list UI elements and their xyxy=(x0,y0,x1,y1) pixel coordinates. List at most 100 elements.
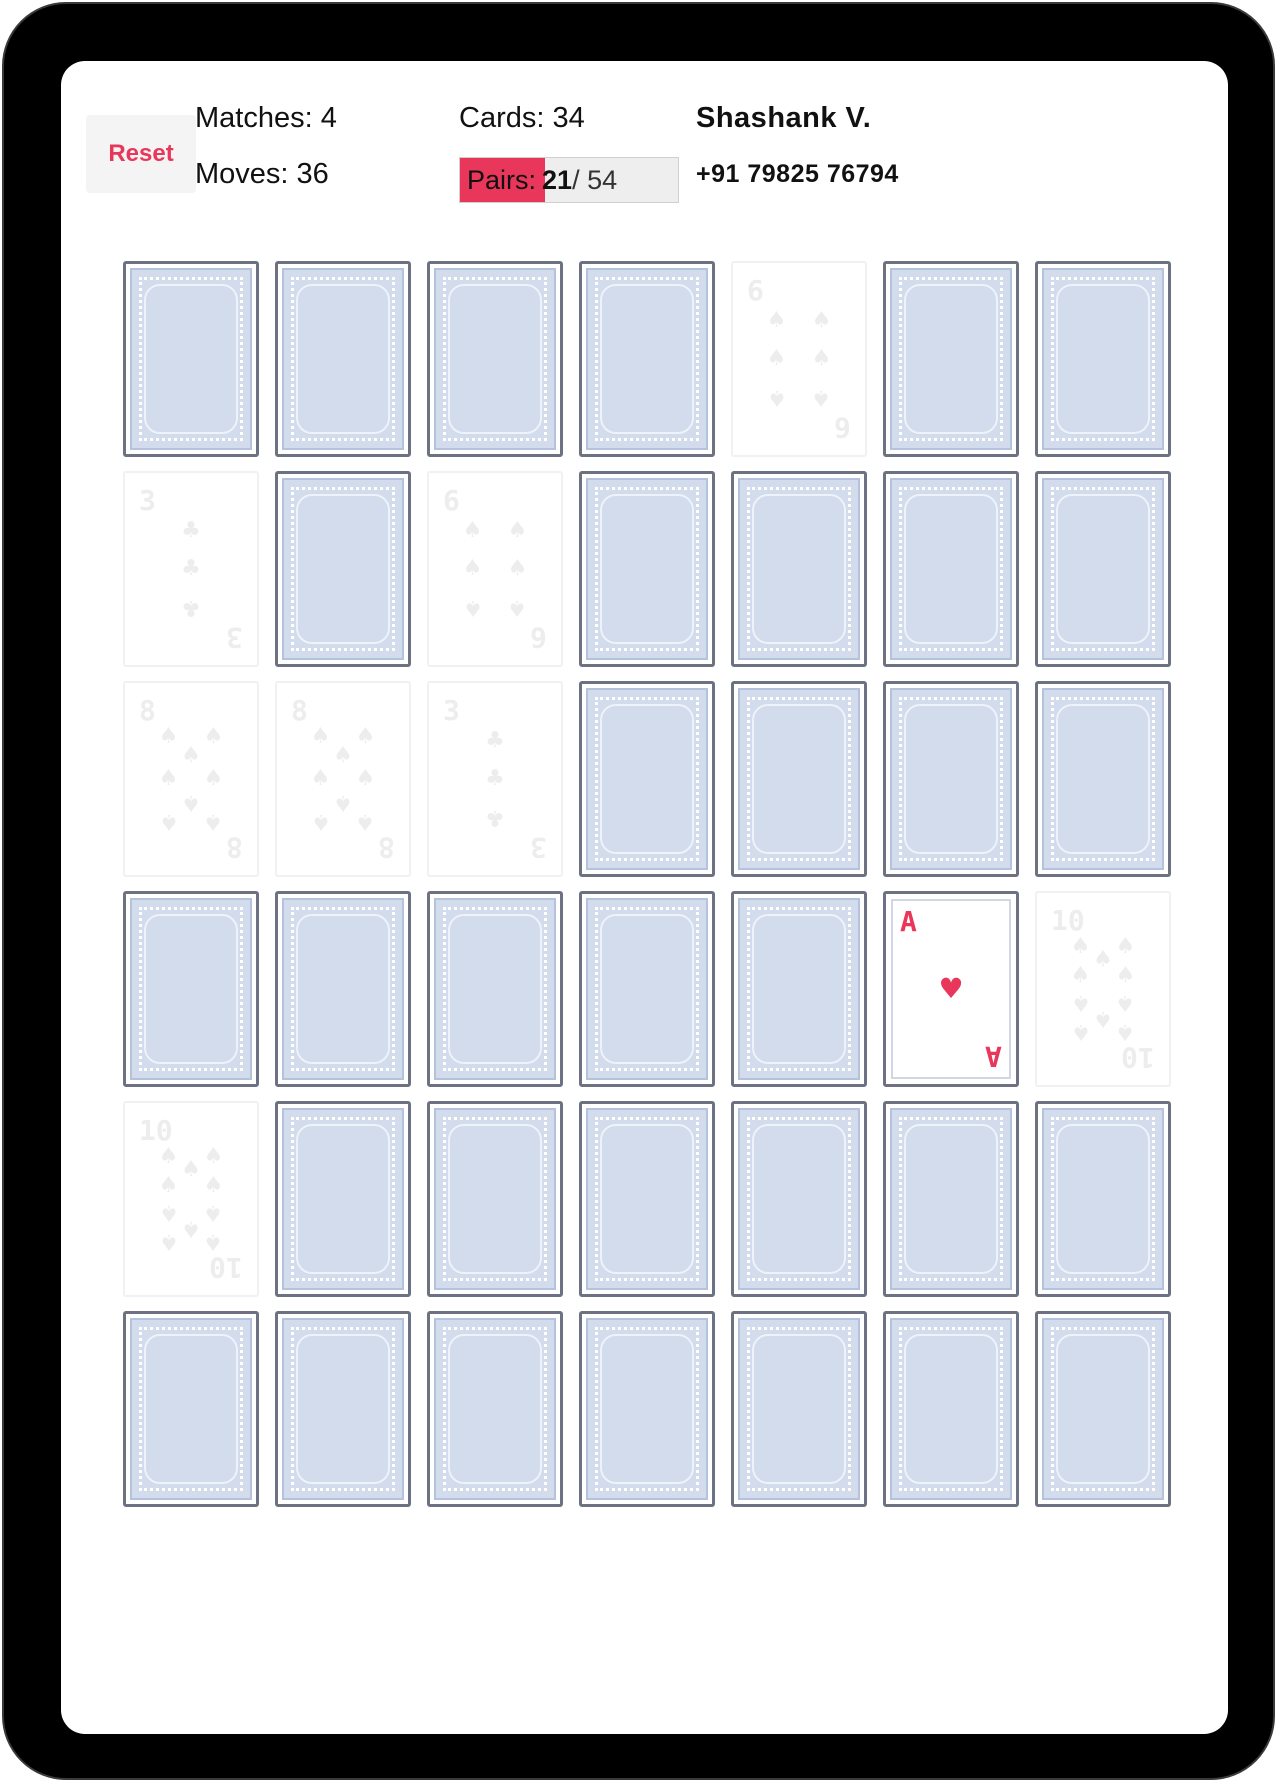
card-rank: 8 xyxy=(378,831,395,864)
player-phone: +91 79825 76794 xyxy=(696,160,899,188)
matched-card-8-spade: 8 8 ♠ ♠ ♠ ♠ ♠ ♠ ♠ ♠ xyxy=(123,681,259,877)
club-icon: ♣ xyxy=(485,727,505,753)
card-back[interactable] xyxy=(427,261,563,457)
spade-icon: ♠ xyxy=(158,1229,179,1255)
card-back[interactable] xyxy=(579,681,715,877)
card-back[interactable] xyxy=(1035,261,1171,457)
card-back[interactable] xyxy=(579,1101,715,1297)
card-rank: 3 xyxy=(139,484,156,517)
card-back[interactable] xyxy=(883,261,1019,457)
card-back[interactable] xyxy=(883,1101,1019,1297)
spade-icon: ♠ xyxy=(1093,947,1113,973)
card-rank: 6 xyxy=(530,621,547,654)
spade-icon: ♠ xyxy=(1070,1019,1091,1045)
card-rank: 10 xyxy=(1121,1041,1155,1074)
spade-icon: ♠ xyxy=(181,1157,201,1183)
game-screen: Reset Matches: 4 Moves: 36 Cards: 34 Pai… xyxy=(61,61,1228,1734)
spade-icon: ♠ xyxy=(811,385,832,411)
card-rank: 6 xyxy=(834,411,851,444)
pairs-progress-text: Pairs: 21 / 54 xyxy=(467,158,617,202)
spade-icon: ♠ xyxy=(1115,1019,1136,1045)
matches-count: Matches: 4 xyxy=(195,102,337,134)
spade-icon: ♠ xyxy=(811,346,832,371)
spade-icon: ♠ xyxy=(181,1215,201,1241)
card-back[interactable] xyxy=(883,1311,1019,1507)
pairs-total: / 54 xyxy=(572,164,618,195)
card-back[interactable] xyxy=(275,1311,411,1507)
card-back[interactable] xyxy=(123,261,259,457)
card-back[interactable] xyxy=(275,891,411,1087)
spade-icon: ♠ xyxy=(811,307,832,333)
card-back[interactable] xyxy=(427,1311,563,1507)
spade-icon: ♠ xyxy=(310,809,331,835)
card-rank: 6 xyxy=(443,484,460,517)
matched-card-10-spade: 10 10 ♠ ♠ ♠ ♠ ♠ ♠ ♠ ♠ ♠ ♠ xyxy=(1035,891,1171,1087)
spade-icon: ♠ xyxy=(462,595,483,621)
spade-icon: ♠ xyxy=(203,1172,224,1198)
spade-icon: ♠ xyxy=(1115,990,1136,1016)
spade-icon: ♠ xyxy=(158,809,179,835)
card-back[interactable] xyxy=(427,1101,563,1297)
spade-icon: ♠ xyxy=(203,809,224,835)
pairs-found: 21 xyxy=(542,164,573,195)
spade-icon: ♠ xyxy=(158,766,179,791)
spade-icon: ♠ xyxy=(203,1143,224,1169)
spade-icon: ♠ xyxy=(1093,1005,1113,1031)
spade-icon: ♠ xyxy=(310,723,331,749)
player-name: Shashank V. xyxy=(696,102,872,134)
card-rank: 8 xyxy=(139,694,156,727)
spade-icon: ♠ xyxy=(203,1229,224,1255)
matched-card-6-spade: 6 6 ♠ ♠ ♠ ♠ ♠ ♠ xyxy=(427,471,563,667)
spade-icon: ♠ xyxy=(203,723,224,749)
spade-icon: ♠ xyxy=(766,307,787,333)
spade-icon: ♠ xyxy=(355,809,376,835)
device-frame: Reset Matches: 4 Moves: 36 Cards: 34 Pai… xyxy=(2,2,1275,1780)
spade-icon: ♠ xyxy=(355,766,376,791)
spade-icon: ♠ xyxy=(1070,990,1091,1016)
card-back[interactable] xyxy=(579,471,715,667)
card-back[interactable] xyxy=(883,681,1019,877)
card-rank: 10 xyxy=(139,1114,173,1147)
card-back[interactable] xyxy=(1035,681,1171,877)
spade-icon: ♠ xyxy=(158,1143,179,1169)
matched-card-10-spade: 10 10 ♠ ♠ ♠ ♠ ♠ ♠ ♠ ♠ ♠ ♠ xyxy=(123,1101,259,1297)
card-back[interactable] xyxy=(427,891,563,1087)
card-back[interactable] xyxy=(123,891,259,1087)
spade-icon: ♠ xyxy=(766,385,787,411)
spade-icon: ♠ xyxy=(310,766,331,791)
matched-card-8-spade: 8 8 ♠ ♠ ♠ ♠ ♠ ♠ ♠ ♠ xyxy=(275,681,411,877)
card-back[interactable] xyxy=(731,1101,867,1297)
card-back[interactable] xyxy=(731,891,867,1087)
spade-icon: ♠ xyxy=(1115,933,1136,959)
card-rank: 3 xyxy=(226,621,243,654)
card-back[interactable] xyxy=(579,261,715,457)
card-back[interactable] xyxy=(123,1311,259,1507)
reset-button[interactable]: Reset xyxy=(86,115,196,193)
card-back[interactable] xyxy=(731,681,867,877)
spade-icon: ♠ xyxy=(158,723,179,749)
card-rank: 6 xyxy=(747,274,764,307)
spade-icon: ♠ xyxy=(507,595,528,621)
card-rank: 3 xyxy=(530,831,547,864)
card-rank: 10 xyxy=(209,1251,243,1284)
spade-icon: ♠ xyxy=(507,517,528,543)
spade-icon: ♠ xyxy=(333,790,353,816)
club-icon: ♣ xyxy=(181,556,201,581)
spade-icon: ♠ xyxy=(158,1172,179,1198)
card-back[interactable] xyxy=(1035,1101,1171,1297)
card-back[interactable] xyxy=(579,1311,715,1507)
card-back[interactable] xyxy=(275,471,411,667)
card-back[interactable] xyxy=(731,471,867,667)
card-back[interactable] xyxy=(579,891,715,1087)
card-back[interactable] xyxy=(275,1101,411,1297)
pairs-label: Pairs: xyxy=(467,164,537,195)
card-back[interactable] xyxy=(1035,1311,1171,1507)
club-icon: ♣ xyxy=(485,766,505,791)
spade-icon: ♠ xyxy=(462,517,483,543)
card-back[interactable] xyxy=(731,1311,867,1507)
card-back[interactable] xyxy=(1035,471,1171,667)
matched-card-6-spade: 6 6 ♠ ♠ ♠ ♠ ♠ ♠ xyxy=(731,261,867,457)
card-back[interactable] xyxy=(275,261,411,457)
card-back[interactable] xyxy=(883,471,1019,667)
heart-icon: ♥ xyxy=(938,972,964,1005)
